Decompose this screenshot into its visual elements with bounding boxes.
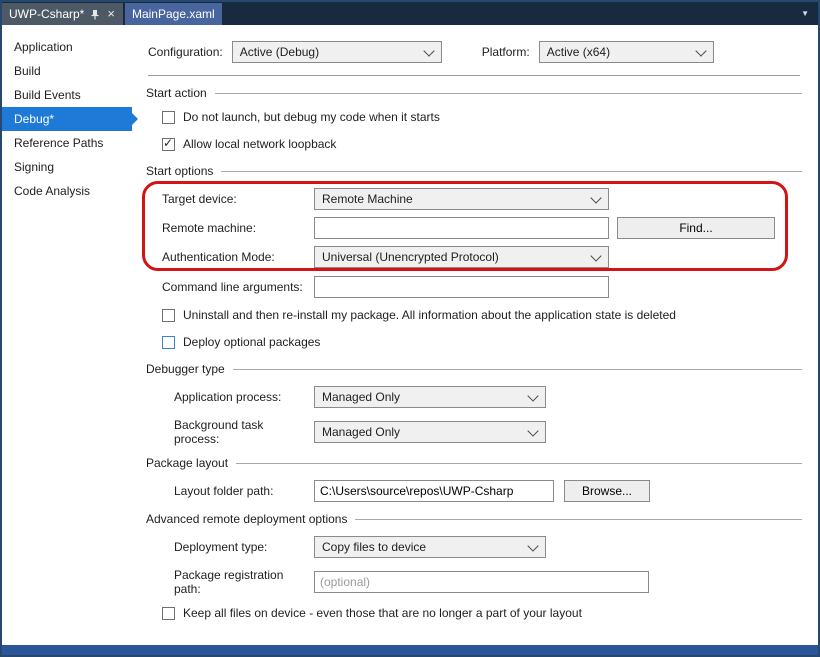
checkbox[interactable]: [162, 336, 175, 349]
background-task-process-value: Managed Only: [322, 425, 400, 439]
section-title: Advanced remote deployment options: [146, 512, 347, 526]
configuration-label: Configuration:: [148, 45, 223, 59]
target-device-dropdown[interactable]: Remote Machine: [314, 188, 609, 210]
application-process-dropdown[interactable]: Managed Only: [314, 386, 546, 408]
chevron-down-icon: [590, 250, 601, 261]
checkbox-deploy-optional-packages[interactable]: Deploy optional packages: [162, 335, 802, 349]
sidebar-item-application[interactable]: Application: [2, 35, 132, 59]
section-title: Package layout: [146, 456, 228, 470]
command-line-arguments-label: Command line arguments:: [162, 280, 314, 294]
checkbox-allow-loopback[interactable]: Allow local network loopback: [162, 137, 802, 151]
target-device-value: Remote Machine: [322, 192, 413, 206]
section-rule: [221, 171, 802, 172]
section-advanced-remote-deployment: Advanced remote deployment options: [146, 512, 802, 526]
chevron-down-icon: [527, 540, 538, 551]
authentication-mode-value: Universal (Unencrypted Protocol): [322, 250, 499, 264]
deployment-type-dropdown[interactable]: Copy files to device: [314, 536, 546, 558]
background-task-process-row: Background task process: Managed Only: [174, 418, 802, 446]
checkbox-do-not-launch[interactable]: Do not launch, but debug my code when it…: [162, 110, 802, 124]
application-process-value: Managed Only: [322, 390, 400, 404]
configuration-row: Configuration: Active (Debug) Platform: …: [148, 41, 802, 63]
section-title: Debugger type: [146, 362, 225, 376]
package-registration-path-row: Package registration path:: [174, 568, 802, 596]
separator: [148, 75, 800, 76]
checkbox[interactable]: [162, 111, 175, 124]
command-line-arguments-row: Command line arguments:: [162, 276, 802, 298]
checkbox-label: Uninstall and then re-install my package…: [183, 308, 676, 322]
section-rule: [233, 369, 802, 370]
deployment-type-value: Copy files to device: [322, 540, 426, 554]
background-task-process-dropdown[interactable]: Managed Only: [314, 421, 546, 443]
tab-mainpage-xaml[interactable]: MainPage.xaml: [125, 3, 222, 25]
tab-uwp-csharp[interactable]: UWP-Csharp* ×: [2, 3, 123, 25]
close-icon[interactable]: ×: [106, 8, 116, 20]
tab-label: MainPage.xaml: [132, 7, 215, 21]
checkbox-label: Deploy optional packages: [183, 335, 320, 349]
sidebar-item-debug[interactable]: Debug*: [2, 107, 132, 131]
checkbox[interactable]: [162, 607, 175, 620]
authentication-mode-dropdown[interactable]: Universal (Unencrypted Protocol): [314, 246, 609, 268]
section-start-action: Start action: [146, 86, 802, 100]
section-title: Start action: [146, 86, 207, 100]
authentication-mode-label: Authentication Mode:: [162, 250, 314, 264]
section-rule: [236, 463, 802, 464]
layout-folder-path-label: Layout folder path:: [174, 484, 314, 498]
section-package-layout: Package layout: [146, 456, 802, 470]
chevron-down-icon: [695, 45, 706, 56]
remote-machine-input[interactable]: [314, 217, 609, 239]
layout-folder-path-input[interactable]: [314, 480, 554, 502]
remote-machine-label: Remote machine:: [162, 221, 314, 235]
highlighted-start-options: Target device: Remote Machine Remote mac…: [146, 188, 802, 268]
checkbox-uninstall-reinstall[interactable]: Uninstall and then re-install my package…: [162, 308, 802, 322]
package-registration-path-input[interactable]: [314, 571, 649, 593]
platform-dropdown[interactable]: Active (x64): [539, 41, 714, 63]
authentication-mode-row: Authentication Mode: Universal (Unencryp…: [162, 246, 802, 268]
sidebar-item-build-events[interactable]: Build Events: [2, 83, 132, 107]
deployment-type-row: Deployment type: Copy files to device: [174, 536, 802, 558]
property-pages-sidebar: Application Build Build Events Debug* Re…: [2, 25, 132, 645]
window-bottom-strip: [2, 645, 818, 655]
chevron-down-icon: [527, 390, 538, 401]
sidebar-item-signing[interactable]: Signing: [2, 155, 132, 179]
checkbox-label: Allow local network loopback: [183, 137, 336, 151]
deployment-type-label: Deployment type:: [174, 540, 314, 554]
layout-folder-path-row: Layout folder path: Browse...: [174, 480, 802, 502]
command-line-arguments-input[interactable]: [314, 276, 609, 298]
checkbox-label: Keep all files on device - even those th…: [183, 606, 582, 620]
checkbox-keep-all-files[interactable]: Keep all files on device - even those th…: [162, 606, 802, 620]
application-process-label: Application process:: [174, 390, 314, 404]
section-title: Start options: [146, 164, 213, 178]
configuration-dropdown-value: Active (Debug): [240, 45, 319, 59]
section-rule: [355, 519, 802, 520]
section-start-options: Start options: [146, 164, 802, 178]
sidebar-item-build[interactable]: Build: [2, 59, 132, 83]
tab-list-dropdown-icon[interactable]: ▼: [792, 9, 818, 18]
application-process-row: Application process: Managed Only: [174, 386, 802, 408]
section-debugger-type: Debugger type: [146, 362, 802, 376]
sidebar-item-reference-paths[interactable]: Reference Paths: [2, 131, 132, 155]
remote-machine-row: Remote machine: Find...: [162, 217, 802, 239]
checkbox-label: Do not launch, but debug my code when it…: [183, 110, 440, 124]
section-rule: [215, 93, 802, 94]
vs-project-properties-window: UWP-Csharp* × MainPage.xaml ▼ Applicatio…: [0, 0, 820, 657]
browse-button[interactable]: Browse...: [564, 480, 650, 502]
pin-icon[interactable]: [90, 9, 100, 20]
tab-label: UWP-Csharp*: [9, 7, 84, 21]
chevron-down-icon: [590, 192, 601, 203]
background-task-process-label: Background task process:: [174, 418, 314, 446]
sidebar-item-code-analysis[interactable]: Code Analysis: [2, 179, 132, 203]
checkbox[interactable]: [162, 309, 175, 322]
package-registration-path-label: Package registration path:: [174, 568, 314, 596]
platform-dropdown-value: Active (x64): [547, 45, 610, 59]
chevron-down-icon: [423, 45, 434, 56]
target-device-row: Target device: Remote Machine: [162, 188, 802, 210]
debug-page-content: Configuration: Active (Debug) Platform: …: [132, 25, 818, 645]
target-device-label: Target device:: [162, 192, 314, 206]
platform-label: Platform:: [482, 45, 530, 59]
configuration-dropdown[interactable]: Active (Debug): [232, 41, 442, 63]
chevron-down-icon: [527, 425, 538, 436]
document-tabbar: UWP-Csharp* × MainPage.xaml ▼: [2, 2, 818, 25]
checkbox[interactable]: [162, 138, 175, 151]
find-button[interactable]: Find...: [617, 217, 775, 239]
